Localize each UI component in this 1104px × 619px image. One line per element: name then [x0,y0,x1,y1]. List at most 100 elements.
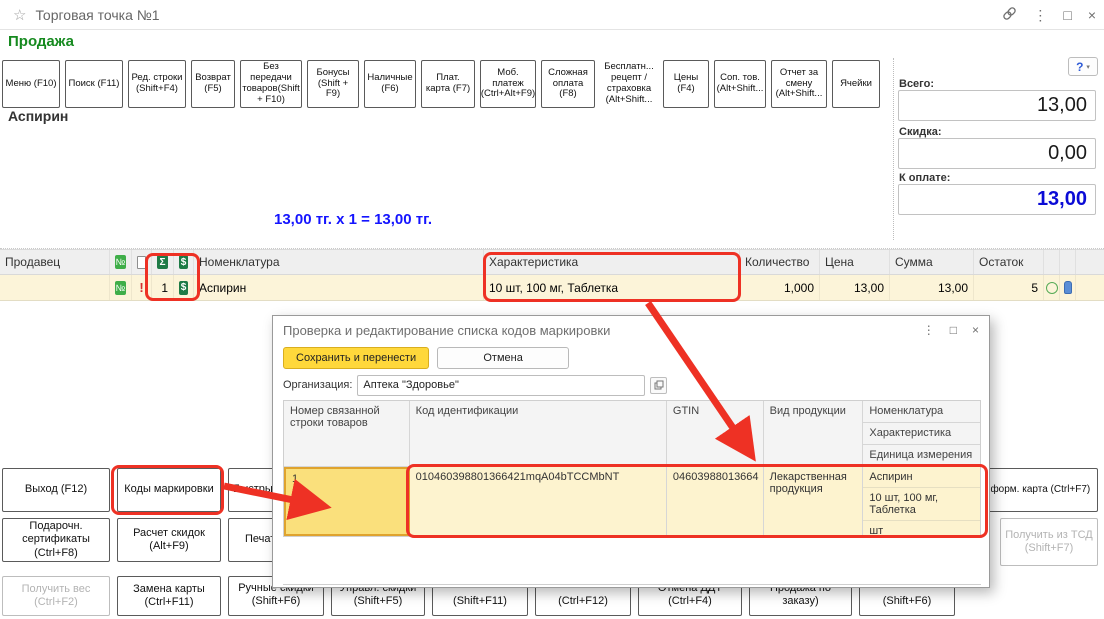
cell-product-type[interactable]: Лекарственная продукция [764,467,864,536]
replace-card-button[interactable]: Замена карты (Ctrl+F11) [117,576,221,616]
row-number-icon: № [110,275,132,300]
col-nomenclature[interactable]: Номенклатура [194,250,484,274]
organization-row: Организация: [273,372,989,398]
row-marker-icon [1060,275,1076,300]
col-stock[interactable]: Остаток [974,250,1044,274]
cash-button[interactable]: Наличные (F6) [364,60,416,108]
col-stacked-headers: Номенклатура Характеристика Единица изме… [863,401,980,467]
save-transfer-button[interactable]: Сохранить и перенести [283,347,429,369]
sale-table: Продавец № Σ $ Номенклатура Характеристи… [0,248,1104,301]
cell-stock[interactable]: 5 [974,275,1044,300]
menu-button[interactable]: Меню (F10) [2,60,60,108]
dialog-close-icon[interactable]: × [972,323,979,337]
marking-table-empty-area [283,537,981,585]
maximize-icon[interactable]: □ [1063,7,1071,23]
sale-table-row[interactable]: № ! 1 $ Аспирин 10 шт, 100 мг, Таблетка … [0,275,1104,301]
cell-stacked-values: Аспирин 10 шт, 100 мг, Таблетка шт [863,467,980,536]
organization-input[interactable] [357,375,645,396]
mobile-payment-button[interactable]: Моб. платеж (Ctrl+Alt+F9) [480,60,536,108]
col-nomenclature[interactable]: Номенклатура [863,401,980,423]
return-button[interactable]: Возврат (F5) [191,60,235,108]
row-money-icon: $ [174,275,194,300]
window-title: Торговая точка №1 [35,7,159,23]
col-seller[interactable]: Продавец [0,250,110,274]
cell-nomenclature[interactable]: Аспирин [863,467,980,488]
col-status2 [1060,250,1076,274]
prices-button[interactable]: Цены (F4) [663,60,709,108]
cell-characteristic[interactable]: 10 шт, 100 мг, Таблетка [484,275,740,300]
marking-codes-table: Номер связанной строки товаров Код идент… [283,400,981,537]
cell-unit[interactable]: шт [863,521,980,536]
cell-seller[interactable] [0,275,110,300]
cell-characteristic[interactable]: 10 шт, 100 мг, Таблетка [863,488,980,521]
dialog-more-icon[interactable]: ⋮ [923,323,935,337]
col-gtin[interactable]: GTIN [667,401,764,467]
related-goods-button[interactable]: Соп. тов. (Alt+Shift... [714,60,766,108]
row-warning-icon: ! [132,275,152,300]
dialog-maximize-icon[interactable]: □ [950,323,957,337]
product-name-heading: Аспирин [8,108,68,124]
get-weight-button[interactable]: Получить вес (Ctrl+F2) [2,576,110,616]
marking-table-row[interactable]: 1 010460398801366421mqA04bTCCMbNT 046039… [284,467,980,536]
shift-report-button[interactable]: Отчет за смену (Alt+Shift... [771,60,827,108]
discount-value: 0,00 [898,138,1096,169]
help-button[interactable]: ? ▾ [1068,57,1098,76]
cell-price[interactable]: 13,00 [820,275,890,300]
search-button[interactable]: Поиск (F11) [65,60,123,108]
cell-quantity[interactable]: 1,000 [740,275,820,300]
organization-pick-icon[interactable] [650,377,667,394]
due-value: 13,00 [898,184,1096,215]
dialog-title: Проверка и редактирование списка кодов м… [283,323,923,338]
more-menu-icon[interactable]: ⋮ [1033,7,1047,24]
price-calculation-line: 13,00 тг. x 1 = 13,00 тг. [274,211,432,228]
no-transfer-goods-button[interactable]: Без передачи товаров(Shift + F10) [240,60,302,108]
cells-button[interactable]: Ячейки [832,60,880,108]
page-title: Продажа [8,33,74,50]
cell-sum[interactable]: 13,00 [890,275,974,300]
col-quantity[interactable]: Количество [740,250,820,274]
due-label: К оплате: [899,172,950,184]
col-characteristic[interactable]: Характеристика [863,423,980,445]
edit-row-button[interactable]: Ред. строки (Shift+F4) [128,60,186,108]
total-label: Всего: [899,78,934,90]
col-product-type[interactable]: Вид продукции [764,401,864,467]
total-value: 13,00 [898,90,1096,121]
col-price[interactable]: Цена [820,250,890,274]
payment-card-button[interactable]: Плат. карта (F7) [421,60,475,108]
col-status1 [1044,250,1060,274]
sum-column-icon[interactable]: Σ [152,250,174,274]
col-identification-code[interactable]: Код идентификации [410,401,667,467]
bonuses-button[interactable]: Бонусы (Shift + F9) [307,60,359,108]
col-characteristic[interactable]: Характеристика [484,250,740,274]
top-toolbar: Меню (F10) Поиск (F11) Ред. строки (Shif… [2,60,880,108]
col-unit[interactable]: Единица измерения [863,445,980,466]
discount-label: Скидка: [899,126,941,138]
exit-button[interactable]: Выход (F12) [2,468,110,512]
cell-marks-count[interactable]: 1 [152,275,174,300]
favorite-star-icon[interactable]: ☆ [13,6,26,24]
number-column-icon[interactable]: № [110,250,132,274]
cell-gtin[interactable]: 04603988013664 [667,467,764,536]
col-sum[interactable]: Сумма [890,250,974,274]
marking-codes-button[interactable]: Коды маркировки [117,468,221,512]
complex-payment-button[interactable]: Сложная оплата (F8) [541,60,595,108]
document-column-icon[interactable] [132,250,152,274]
free-prescription-button[interactable]: Бесплатн... рецепт / страховка (Alt+Shif… [600,60,658,108]
close-icon[interactable]: × [1088,7,1096,23]
help-icon: ? [1076,60,1083,74]
cell-identification-code[interactable]: 010460398801366421mqA04bTCCMbNT [410,467,667,536]
cell-linked-line[interactable]: 1 [284,467,410,536]
col-linked-line[interactable]: Номер связанной строки товаров [284,401,410,467]
dialog-toolbar: Сохранить и перенести Отмена [273,344,989,372]
discount-calc-button[interactable]: Расчет скидок (Alt+F9) [117,518,221,562]
money-column-icon[interactable]: $ [174,250,194,274]
cancel-button[interactable]: Отмена [437,347,569,369]
app-window: ☆ Торговая точка №1 ⋮ □ × Продажа Аспири… [0,0,1104,619]
titlebar: ☆ Торговая точка №1 ⋮ □ × [0,0,1104,30]
totals-separator [893,58,894,240]
get-from-tsd-button[interactable]: Получить из ТСД (Shift+F7) [1000,518,1098,566]
link-icon[interactable] [1002,6,1017,24]
gift-certificates-button[interactable]: Подарочн. сертификаты (Ctrl+F8) [2,518,110,562]
marking-table-header: Номер связанной строки товаров Код идент… [284,401,980,467]
cell-nomenclature[interactable]: Аспирин [194,275,484,300]
